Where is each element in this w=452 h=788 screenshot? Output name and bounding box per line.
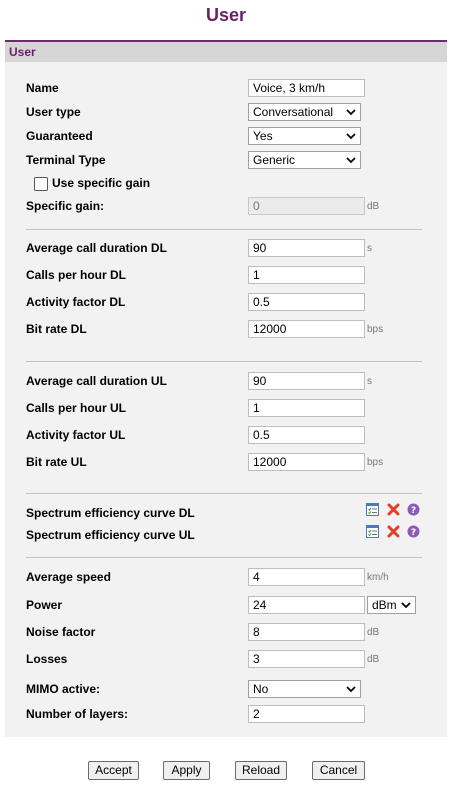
num-layers-field[interactable]: 2 <box>248 705 365 723</box>
specific-gain-unit: dB <box>367 201 380 212</box>
apply-button[interactable]: Apply <box>163 761 210 780</box>
accept-button[interactable]: Accept <box>88 761 139 780</box>
avg-speed-unit: km/h <box>367 572 389 583</box>
losses-unit: dB <box>367 654 380 665</box>
bit-rate-dl-field[interactable]: 12000 <box>248 320 365 338</box>
power-label: Power <box>26 598 63 612</box>
delete-icon[interactable] <box>387 503 400 516</box>
help-icon[interactable]: ? <box>407 525 420 538</box>
use-specific-gain-checkbox[interactable] <box>34 177 48 191</box>
divider <box>26 229 422 230</box>
edit-list-icon[interactable] <box>366 503 379 516</box>
spectrum-curve-dl-label: Spectrum efficiency curve DL <box>26 506 195 520</box>
bit-rate-dl-label: Bit rate DL <box>26 322 87 336</box>
num-layers-label: Number of layers: <box>26 707 129 721</box>
losses-field[interactable]: 3 <box>248 650 365 668</box>
avg-call-duration-ul-label: Average call duration UL <box>26 374 167 388</box>
calls-per-hour-dl-field[interactable]: 1 <box>248 266 365 284</box>
losses-label: Losses <box>26 652 68 666</box>
guaranteed-select[interactable]: Yes <box>248 127 361 145</box>
activity-factor-dl-label: Activity factor DL <box>26 295 126 309</box>
chevron-down-icon <box>346 133 356 140</box>
svg-text:?: ? <box>411 506 416 516</box>
user-type-label: User type <box>26 105 81 119</box>
divider <box>26 361 422 362</box>
panel-header: User <box>5 42 447 62</box>
noise-factor-field[interactable]: 8 <box>248 623 365 641</box>
mimo-active-select[interactable]: No <box>248 680 361 698</box>
bit-rate-dl-unit: bps <box>367 324 384 335</box>
calls-per-hour-dl-label: Calls per hour DL <box>26 268 127 282</box>
specific-gain-label: Specific gain: <box>26 199 105 213</box>
help-icon[interactable]: ? <box>407 503 420 516</box>
page-title: User <box>205 5 247 25</box>
use-specific-gain-label: Use specific gain <box>52 176 151 190</box>
avg-call-duration-ul-field[interactable]: 90 <box>248 372 365 390</box>
avg-call-duration-ul-unit: s <box>367 376 372 387</box>
divider <box>26 557 422 558</box>
chevron-down-icon <box>346 686 356 693</box>
chevron-down-icon <box>401 602 411 609</box>
mimo-active-label: MIMO active: <box>26 682 101 696</box>
mimo-active-value: No <box>253 682 269 696</box>
power-unit-select[interactable]: dBm <box>367 596 416 614</box>
terminal-type-value: Generic <box>253 153 296 167</box>
avg-call-duration-dl-label: Average call duration DL <box>26 241 167 255</box>
avg-speed-label: Average speed <box>26 570 111 584</box>
reload-button[interactable]: Reload <box>235 761 287 780</box>
avg-call-duration-dl-field[interactable]: 90 <box>248 239 365 257</box>
divider <box>26 493 422 494</box>
name-field[interactable]: Voice, 3 km/h <box>248 79 365 97</box>
chevron-down-icon <box>346 109 356 116</box>
power-field[interactable]: 24 <box>248 596 365 614</box>
activity-factor-ul-field[interactable]: 0.5 <box>248 426 365 444</box>
activity-factor-dl-field[interactable]: 0.5 <box>248 293 365 311</box>
avg-call-duration-dl-unit: s <box>367 243 372 254</box>
bit-rate-ul-unit: bps <box>367 457 384 468</box>
guaranteed-label: Guaranteed <box>26 129 93 143</box>
noise-factor-unit: dB <box>367 627 380 638</box>
user-type-select[interactable]: Conversational <box>248 103 361 121</box>
chevron-down-icon <box>346 157 356 164</box>
calls-per-hour-ul-label: Calls per hour UL <box>26 401 127 415</box>
calls-per-hour-ul-field[interactable]: 1 <box>248 399 365 417</box>
svg-text:?: ? <box>411 528 416 538</box>
guaranteed-value: Yes <box>253 129 273 143</box>
specific-gain-field: 0 <box>248 197 365 215</box>
activity-factor-ul-label: Activity factor UL <box>26 428 126 442</box>
edit-list-icon[interactable] <box>366 525 379 538</box>
avg-speed-field[interactable]: 4 <box>248 568 365 586</box>
terminal-type-label: Terminal Type <box>26 153 106 167</box>
spectrum-curve-ul-label: Spectrum efficiency curve UL <box>26 528 195 542</box>
name-label: Name <box>26 81 59 95</box>
cancel-button[interactable]: Cancel <box>312 761 365 780</box>
terminal-type-select[interactable]: Generic <box>248 151 361 169</box>
bit-rate-ul-field[interactable]: 12000 <box>248 453 365 471</box>
bit-rate-ul-label: Bit rate UL <box>26 455 87 469</box>
power-unit-value: dBm <box>372 598 397 612</box>
delete-icon[interactable] <box>387 525 400 538</box>
noise-factor-label: Noise factor <box>26 625 96 639</box>
user-type-value: Conversational <box>253 105 334 119</box>
